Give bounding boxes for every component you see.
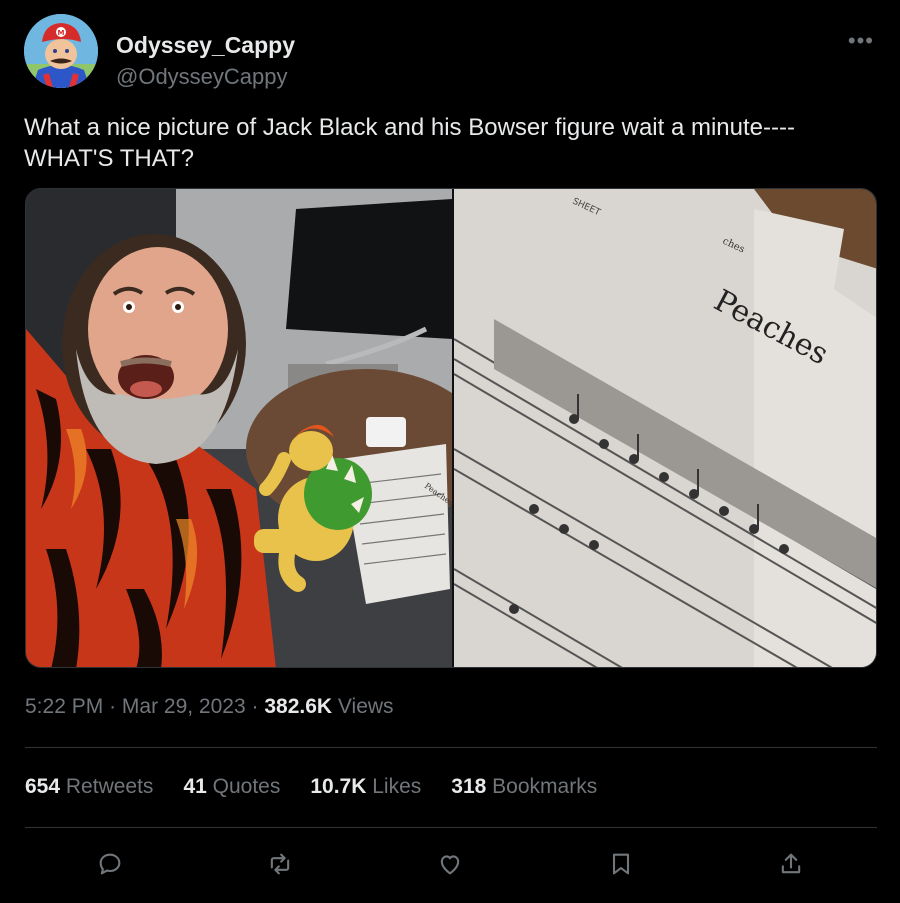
divider <box>25 827 877 828</box>
tweet-text-line-1: What a nice picture of Jack Black and hi… <box>24 114 795 141</box>
likes-stat[interactable]: 10.7K Likes <box>310 775 421 799</box>
bookmarks-count: 318 <box>451 775 487 798</box>
reply-icon <box>99 853 121 875</box>
tweet-actions <box>25 844 877 884</box>
views-count: 382.6K <box>264 695 333 718</box>
tweet-media[interactable]: Peaches Peaches SHEET ches <box>25 188 877 668</box>
retweet-icon <box>270 853 290 875</box>
share-button[interactable] <box>771 844 811 884</box>
retweets-stat[interactable]: 654 Retweets <box>25 775 153 799</box>
jack-black-photo: Peaches <box>26 189 452 667</box>
bookmarks-stat[interactable]: 318 Bookmarks <box>451 775 597 799</box>
reply-button[interactable] <box>90 844 130 884</box>
bookmarks-label: Bookmarks <box>492 775 598 798</box>
svg-text:M: M <box>58 29 65 37</box>
bookmark-icon <box>612 853 630 875</box>
tweet-time[interactable]: 5:22 PM <box>25 695 103 718</box>
meta-separator: · <box>109 695 117 718</box>
tweet-stats: 654 Retweets 41 Quotes 10.7K Likes 318 B… <box>25 775 597 799</box>
retweet-button[interactable] <box>260 844 300 884</box>
sheet-music-photo: Peaches SHEET ches <box>454 189 876 667</box>
tweet-text: What a nice picture of Jack Black and hi… <box>24 112 876 174</box>
retweets-label: Retweets <box>65 775 154 798</box>
likes-label: Likes <box>372 775 422 798</box>
quotes-stat[interactable]: 41 Quotes <box>183 775 280 799</box>
tweet-meta: 5:22 PM · Mar 29, 2023 · 382.6K Views <box>25 695 394 719</box>
media-photo-left[interactable]: Peaches <box>26 189 452 667</box>
author-display-name[interactable]: Odyssey_Cappy <box>116 32 295 59</box>
views-label: Views <box>337 695 394 718</box>
like-button[interactable] <box>430 844 470 884</box>
likes-count: 10.7K <box>310 775 367 798</box>
quotes-count: 41 <box>183 775 207 798</box>
mario-avatar-icon: M <box>24 14 98 88</box>
retweets-count: 654 <box>25 775 61 798</box>
tweet-header: M Odyssey_Cappy @OdysseyCappy ••• <box>24 14 876 90</box>
tweet-date[interactable]: Mar 29, 2023 <box>122 695 246 718</box>
more-options-icon[interactable]: ••• <box>848 28 874 54</box>
author-handle[interactable]: @OdysseyCappy <box>116 64 288 90</box>
like-icon <box>440 855 460 875</box>
tweet-text-line-2: WHAT'S THAT? <box>24 145 194 172</box>
media-photo-right[interactable]: Peaches SHEET ches <box>454 189 876 667</box>
author-avatar[interactable]: M <box>24 14 98 88</box>
bookmark-button[interactable] <box>601 844 641 884</box>
meta-separator: · <box>251 695 259 718</box>
divider <box>25 747 877 748</box>
share-icon <box>781 853 801 874</box>
quotes-label: Quotes <box>212 775 281 798</box>
